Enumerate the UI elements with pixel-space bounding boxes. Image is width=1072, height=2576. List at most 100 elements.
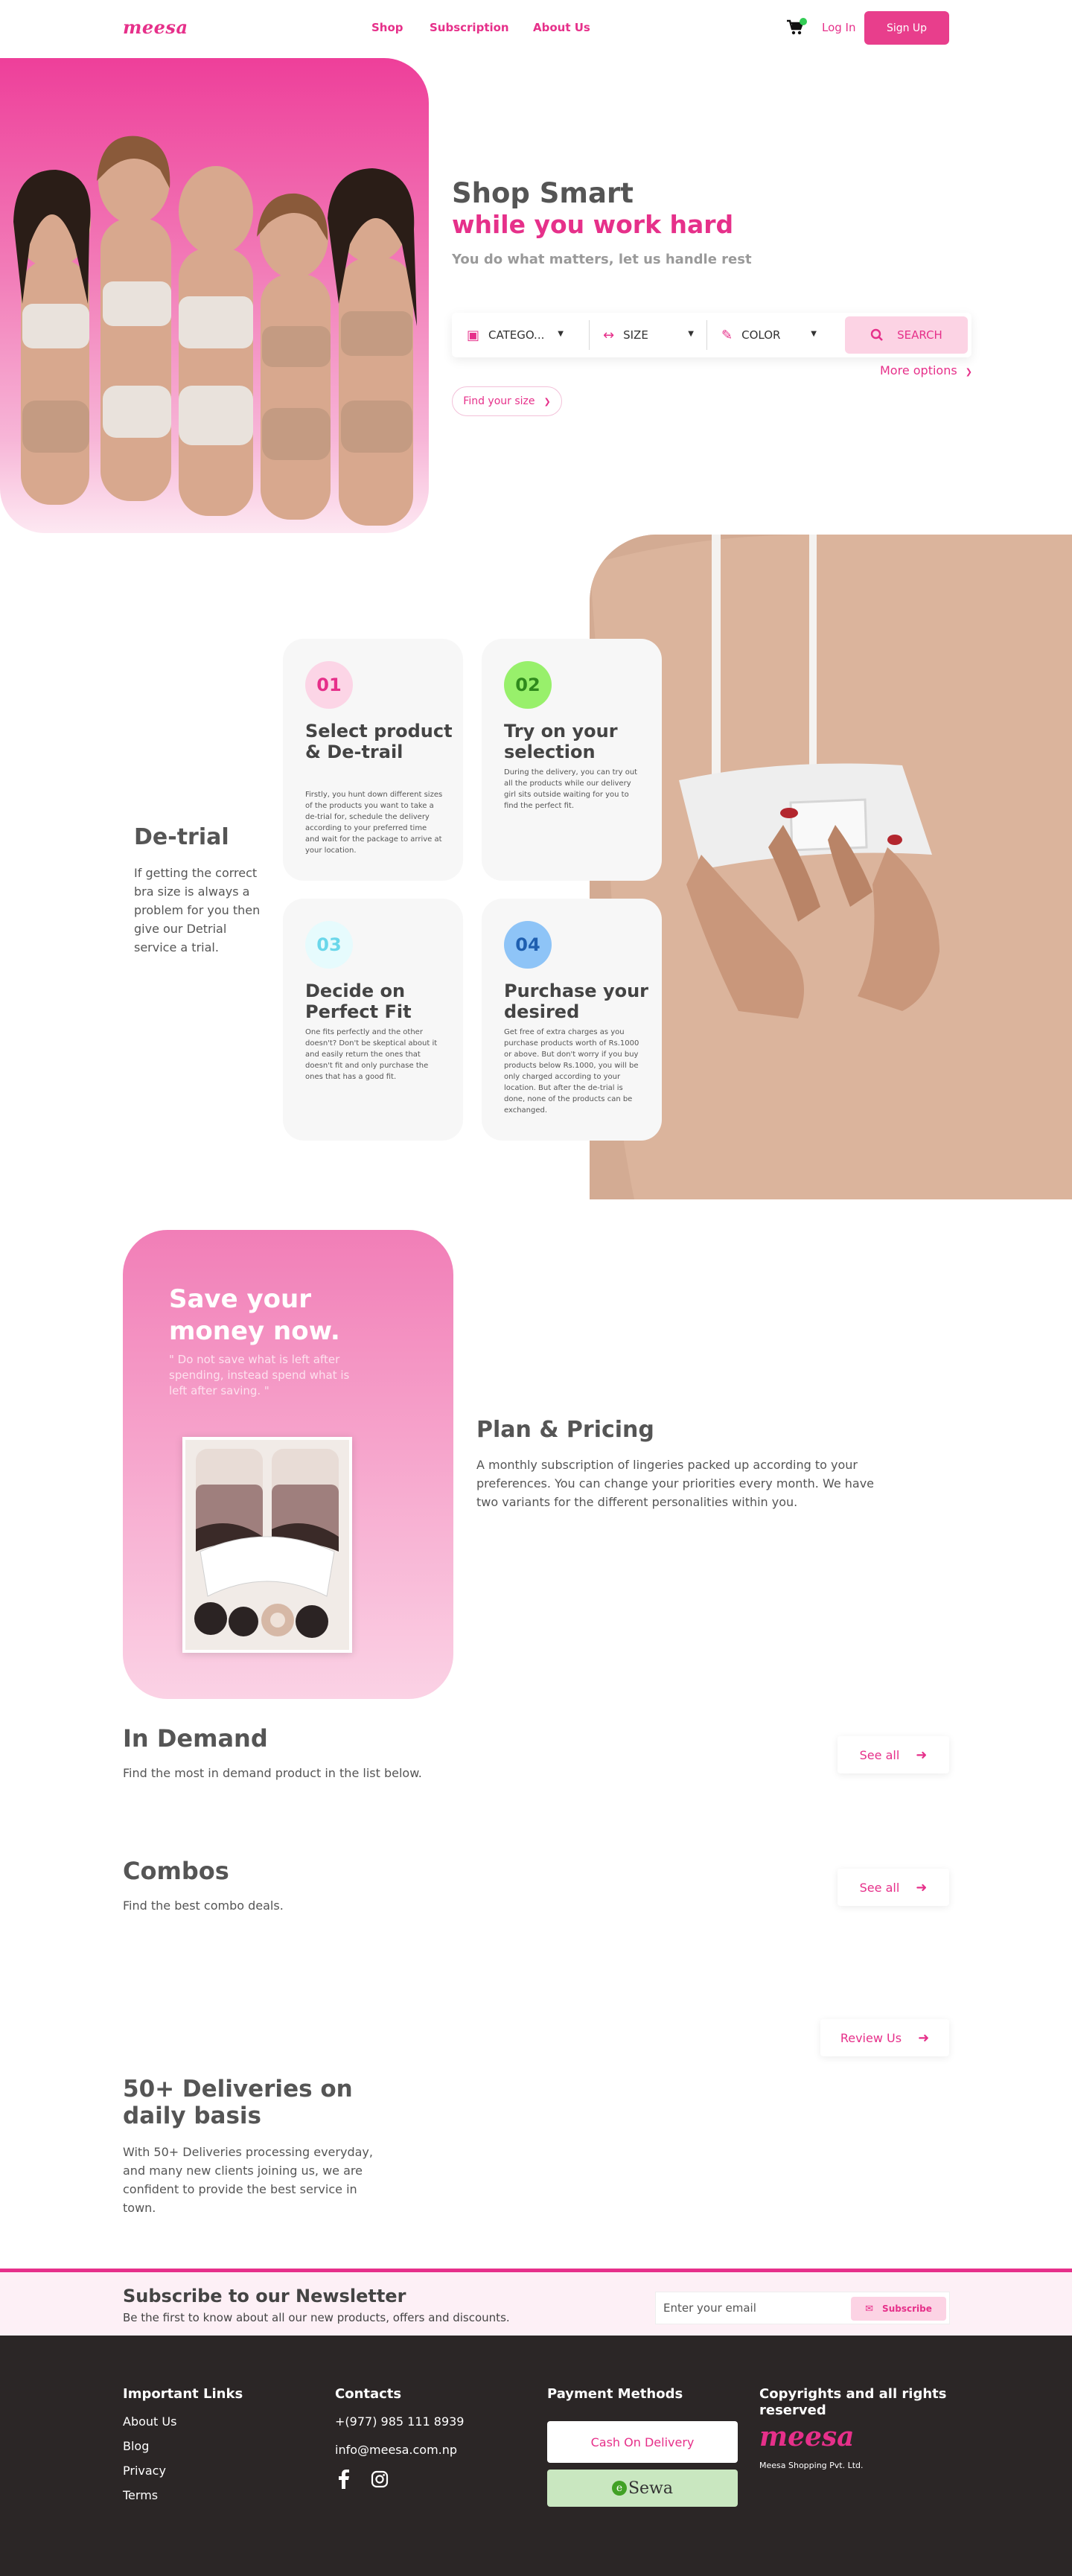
signup-button[interactable]: Sign Up <box>864 11 949 45</box>
step-text: One fits perfectly and the other doesn't… <box>305 1028 438 1081</box>
step-title: Decide on Perfect Fit <box>305 981 412 1022</box>
hero-models-illustration <box>13 136 417 526</box>
step-title: Try on your selection <box>504 721 618 762</box>
facebook-icon[interactable] <box>339 2470 349 2489</box>
search-button[interactable]: SEARCH <box>845 316 968 354</box>
size-dropdown[interactable]: ↔ SIZE ▼ <box>603 313 701 357</box>
footer-link-blog[interactable]: Blog <box>123 2439 149 2453</box>
newsletter-section: Subscribe to our Newsletter Be the first… <box>0 2269 1072 2336</box>
esewa-label: Sewa <box>628 2478 674 2498</box>
hero-subtitle: You do what matters, let us handle rest <box>452 252 752 267</box>
savings-card: Save your money now. " Do not save what … <box>123 1230 453 1699</box>
deliveries-description: With 50+ Deliveries processing everyday,… <box>123 2145 373 2215</box>
detrial-description: If getting the correct bra size is alway… <box>134 866 261 954</box>
login-link[interactable]: Log In <box>822 21 856 34</box>
step-text: Get free of extra charges as you purchas… <box>504 1028 639 1115</box>
newsletter-title: Subscribe to our Newsletter <box>123 2286 406 2306</box>
footer-phone[interactable]: +(977) 985 111 8939 <box>335 2414 464 2429</box>
subscribe-button[interactable]: ✉ Subscribe <box>851 2297 946 2321</box>
step-card: 04 Purchase your desired Get free of ext… <box>482 899 662 1141</box>
step-number-badge: 02 <box>504 661 552 709</box>
detrial-title: De-trial <box>134 824 229 850</box>
footer-link-privacy[interactable]: Privacy <box>123 2464 166 2478</box>
important-links-title: Important Links <box>123 2386 243 2402</box>
lingerie-box-image <box>182 1437 352 1653</box>
plan-pricing-description: A monthly subscription of lingeries pack… <box>476 1458 875 1509</box>
email-input[interactable] <box>663 2292 849 2324</box>
cash-on-delivery-option[interactable]: Cash On Delivery <box>547 2421 738 2463</box>
arrow-right-icon: ➜ <box>916 1747 928 1763</box>
search-icon <box>870 328 884 341</box>
combos-see-all-button[interactable]: See all ➜ <box>838 1869 949 1906</box>
find-your-size-button[interactable]: Find your size ❯ <box>452 386 562 416</box>
contacts-title: Contacts <box>335 2386 402 2402</box>
in-demand-title: In Demand <box>123 1724 268 1753</box>
newsletter-subtitle: Be the first to know about all our new p… <box>123 2311 510 2324</box>
step-card: 02 Try on your selection During the deli… <box>482 639 662 881</box>
payment-methods-title: Payment Methods <box>547 2386 683 2402</box>
step-card: 03 Decide on Perfect Fit One fits perfec… <box>283 899 463 1141</box>
filter-divider <box>706 320 707 350</box>
step-title: Select product & De-trail <box>305 721 453 762</box>
company-name: Meesa Shopping Pvt. Ltd. <box>759 2461 864 2470</box>
hero-image <box>0 58 429 533</box>
chevron-down-icon: ▼ <box>558 330 564 338</box>
top-navbar: meesa Shop Subscription About Us Log In … <box>0 0 1072 57</box>
step-text: Firstly, you hunt down different sizes o… <box>305 791 443 855</box>
review-us-button[interactable]: Review Us ➜ <box>820 2019 949 2056</box>
footer-logo: meesa <box>759 2421 855 2452</box>
arrow-right-icon: ➜ <box>916 1879 928 1896</box>
color-picker-icon: ✎ <box>721 327 733 343</box>
arrow-right-icon: ➜ <box>918 2030 930 2046</box>
review-us-label: Review Us <box>840 2030 902 2045</box>
savings-quote: " Do not save what is left after spendin… <box>169 1353 350 1397</box>
footer-email[interactable]: info@meesa.com.np <box>335 2443 457 2457</box>
color-dropdown[interactable]: ✎ COLOR ▼ <box>721 313 824 357</box>
esewa-option[interactable]: e Sewa <box>547 2470 738 2507</box>
detrial-image <box>590 535 1072 1199</box>
see-all-label: See all <box>859 1747 900 1762</box>
step-number-badge: 01 <box>305 661 353 709</box>
chevron-right-icon: ❯ <box>543 396 551 407</box>
in-demand-see-all-button[interactable]: See all ➜ <box>838 1736 949 1773</box>
see-all-label: See all <box>859 1880 900 1895</box>
envelope-icon: ✉ <box>865 2303 874 2315</box>
category-dropdown-label: CATEGO... <box>488 328 545 342</box>
step-number-badge: 03 <box>305 921 353 969</box>
basket-icon: ▣ <box>467 327 480 343</box>
cart-badge <box>800 18 807 25</box>
step-card: 01 Select product & De-trail Firstly, yo… <box>283 639 463 881</box>
size-arrows-icon: ↔ <box>603 327 615 343</box>
footer: Important Links About Us Blog Privacy Te… <box>0 2336 1072 2576</box>
detrial-back-illustration <box>590 535 1072 1199</box>
more-options-link[interactable]: More options ❯ <box>880 363 972 377</box>
size-dropdown-label: SIZE <box>623 328 648 342</box>
nav-link-shop[interactable]: Shop <box>371 21 403 34</box>
lingerie-box-illustration <box>185 1440 349 1650</box>
category-dropdown[interactable]: ▣ CATEGO... ▼ <box>467 313 571 357</box>
plan-pricing-title: Plan & Pricing <box>476 1417 654 1443</box>
combos-description: Find the best combo deals. <box>123 1898 284 1913</box>
nav-link-about-us[interactable]: About Us <box>533 21 590 34</box>
footer-link-about-us[interactable]: About Us <box>123 2414 176 2429</box>
esewa-icon: e <box>611 2481 627 2496</box>
hero-title-accent: while you work hard <box>452 210 734 239</box>
copyright-title: Copyrights and all rights reserved <box>759 2386 947 2418</box>
subscribe-label: Subscribe <box>882 2304 932 2314</box>
find-size-label: Find your size <box>463 395 535 407</box>
in-demand-description: Find the most in demand product in the l… <box>123 1766 422 1780</box>
chevron-down-icon: ▼ <box>811 330 817 338</box>
step-text: During the delivery, you can try out all… <box>504 768 638 810</box>
footer-link-terms[interactable]: Terms <box>123 2488 158 2502</box>
deliveries-title: 50+ Deliveries on daily basis <box>123 2076 353 2129</box>
newsletter-form: ✉ Subscribe <box>655 2292 950 2324</box>
color-dropdown-label: COLOR <box>741 328 781 342</box>
combos-title: Combos <box>123 1857 229 1885</box>
step-title: Purchase your desired <box>504 981 648 1022</box>
nav-link-subscription[interactable]: Subscription <box>430 21 509 34</box>
brand-logo[interactable]: meesa <box>123 16 188 38</box>
savings-title: Save your money now. <box>169 1284 340 1346</box>
step-number-badge: 04 <box>504 921 552 969</box>
more-options-label: More options <box>880 363 957 377</box>
instagram-icon[interactable] <box>371 2470 389 2488</box>
